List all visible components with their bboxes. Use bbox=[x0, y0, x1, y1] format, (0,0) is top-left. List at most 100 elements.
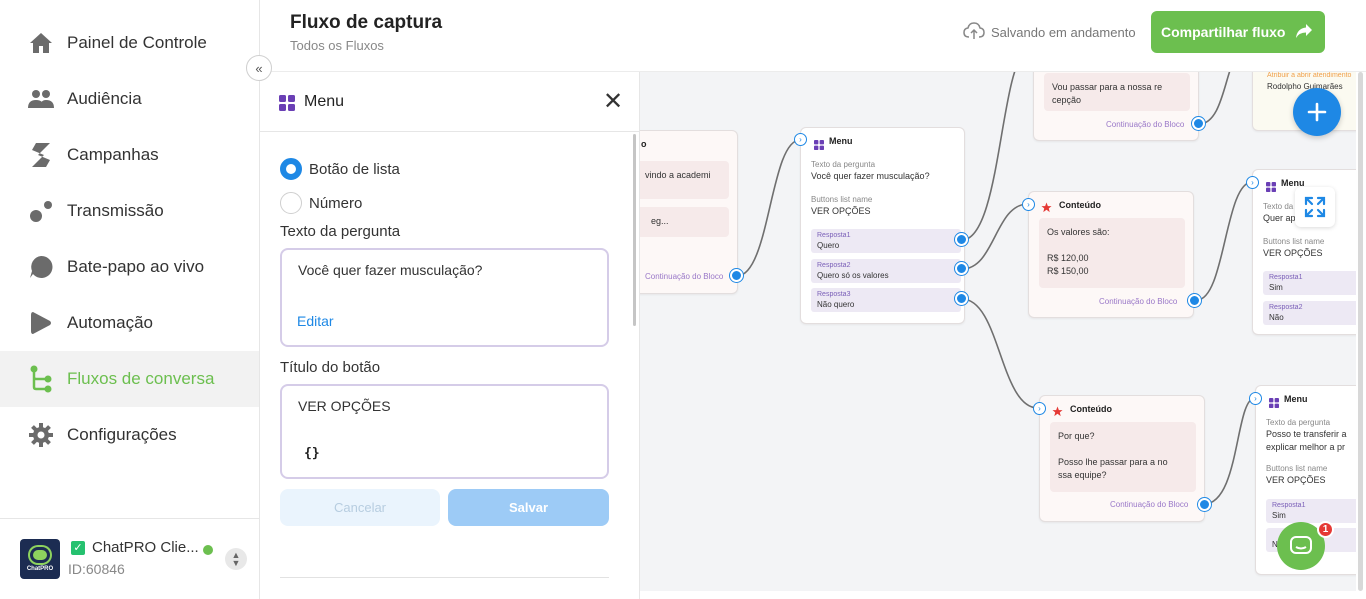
response-key: Resposta1 bbox=[1272, 502, 1306, 509]
sidebar-item-label: Automação bbox=[67, 313, 153, 332]
flow-node-content[interactable]: Conteúdo Por que? Posso lhe passar para … bbox=[1039, 395, 1205, 522]
input-port-icon[interactable]: › bbox=[1246, 176, 1259, 189]
sidebar-item-fluxos[interactable]: Fluxos de conversa bbox=[0, 351, 259, 407]
cancel-button[interactable]: Cancelar bbox=[280, 489, 440, 526]
connection-line bbox=[1198, 72, 1231, 125]
fullscreen-button[interactable] bbox=[1295, 187, 1335, 227]
close-icon[interactable]: ✕ bbox=[603, 90, 623, 114]
sidebar-item-label: Audiência bbox=[67, 89, 142, 108]
radio-unchecked-icon bbox=[280, 192, 302, 214]
sidebar-item-campanhas[interactable]: Campanhas bbox=[0, 127, 259, 183]
question-label: Texto da pergunta bbox=[280, 223, 401, 240]
collapse-sidebar-button[interactable]: « bbox=[246, 55, 272, 81]
grid-icon bbox=[1266, 179, 1276, 197]
sidebar-item-label: Transmissão bbox=[67, 201, 164, 220]
response-item[interactable]: Resposta1 Sim bbox=[1263, 271, 1356, 295]
buttons-list-label: Buttons list name bbox=[811, 195, 873, 204]
response-item[interactable]: Resposta2 Quero só os valores bbox=[811, 259, 961, 283]
share-arrow-icon bbox=[1295, 23, 1313, 42]
flow-node-partial[interactable]: Vou passar para a nossa re cepção Contin… bbox=[1033, 72, 1199, 141]
chevron-updown-icon[interactable]: ▲ ▼ bbox=[225, 548, 247, 570]
continue-label: Continuação do Bloco bbox=[1110, 500, 1189, 509]
response-value: Não quero bbox=[817, 300, 855, 309]
output-port[interactable] bbox=[955, 262, 968, 275]
edit-link[interactable]: Editar bbox=[297, 313, 334, 329]
input-port-icon[interactable]: › bbox=[794, 133, 807, 146]
panel-header: Menu ✕ bbox=[260, 72, 640, 132]
cloud-upload-icon bbox=[963, 22, 985, 43]
node-bubble: eg... bbox=[640, 207, 729, 237]
continue-label: Continuação do Bloco bbox=[1106, 120, 1185, 129]
response-key: Resposta1 bbox=[817, 232, 851, 239]
node-bubble: Os valores são: R$ 120,00 R$ 150,00 bbox=[1039, 218, 1185, 288]
header: Fluxo de captura Todos os Fluxos Salvand… bbox=[260, 0, 1366, 72]
output-port[interactable] bbox=[1192, 117, 1205, 130]
chat-icon bbox=[1290, 536, 1312, 554]
breadcrumb[interactable]: Todos os Fluxos bbox=[290, 38, 384, 53]
account-avatar: ChatPRO bbox=[20, 539, 60, 579]
saving-status: Salvando em andamento bbox=[963, 22, 1136, 43]
flow-canvas[interactable]: o vindo a academi eg... Continuação do B… bbox=[640, 72, 1356, 591]
continue-label: Continuação do Bloco bbox=[645, 272, 724, 281]
radio-label: Número bbox=[309, 194, 363, 212]
flow-node-content[interactable]: Conteúdo Os valores são: R$ 120,00 R$ 15… bbox=[1028, 191, 1194, 318]
output-port[interactable] bbox=[955, 233, 968, 246]
sidebar-item-label: Configurações bbox=[67, 425, 177, 444]
page-title: Fluxo de captura bbox=[290, 12, 443, 33]
output-port[interactable] bbox=[955, 292, 968, 305]
response-value: Sim bbox=[1269, 283, 1283, 292]
output-port[interactable] bbox=[1198, 498, 1211, 511]
question-label: Texto da pergunta bbox=[811, 160, 876, 169]
response-item[interactable]: Resposta1 Quero bbox=[811, 229, 961, 253]
response-item[interactable]: Resposta3 Não quero bbox=[811, 288, 961, 312]
node-title: Conteúdo bbox=[1070, 404, 1112, 414]
radio-list-button[interactable]: Botão de lista bbox=[280, 158, 400, 180]
button-title-field[interactable]: VER OPÇÕES {} bbox=[280, 384, 609, 479]
share-flow-button[interactable]: Compartilhar fluxo bbox=[1151, 11, 1325, 53]
gear-icon bbox=[28, 422, 54, 448]
output-port[interactable] bbox=[1188, 294, 1201, 307]
canvas-bottom-gap bbox=[640, 591, 1356, 599]
account-switcher[interactable]: ChatPRO ✓ ChatPRO Clie... ID:60846 ▲ ▼ bbox=[0, 518, 259, 599]
sidebar: Painel de Controle Audiência Campanhas T… bbox=[0, 0, 260, 599]
question-value: Posso te transferir a explicar melhor a … bbox=[1266, 429, 1347, 452]
buttons-list-value: VER OPÇÕES bbox=[1263, 248, 1323, 258]
save-button[interactable]: Salvar bbox=[448, 489, 609, 526]
flow-node-partial[interactable]: o vindo a academi eg... Continuação do B… bbox=[640, 130, 738, 294]
flow-node-menu[interactable]: Menu Texto da pergunta Você quer fazer m… bbox=[800, 127, 965, 324]
connection-line bbox=[961, 72, 1016, 241]
account-id: ID:60846 bbox=[68, 561, 125, 577]
node-title: Menu bbox=[1284, 394, 1308, 404]
page-scrollbar[interactable] bbox=[1356, 72, 1366, 599]
sidebar-item-painel[interactable]: Painel de Controle bbox=[0, 15, 259, 71]
continue-label: Continuação do Bloco bbox=[1099, 297, 1178, 306]
sidebar-item-bate-papo[interactable]: Bate-papo ao vivo bbox=[0, 239, 259, 295]
node-bubble: vindo a academi bbox=[640, 161, 729, 199]
input-port-icon[interactable]: › bbox=[1249, 392, 1262, 405]
online-status-dot bbox=[203, 545, 213, 555]
input-port-icon[interactable]: › bbox=[1022, 198, 1035, 211]
campaign-icon bbox=[28, 142, 54, 168]
expand-icon bbox=[1304, 196, 1326, 218]
response-item[interactable]: Resposta1 Sim bbox=[1266, 499, 1356, 523]
sidebar-item-automacao[interactable]: Automação bbox=[0, 295, 259, 351]
connection-line bbox=[736, 139, 801, 277]
panel-scrollbar[interactable] bbox=[633, 134, 636, 326]
buttons-list-label: Buttons list name bbox=[1266, 464, 1328, 473]
response-value: Sim bbox=[1272, 511, 1286, 520]
radio-number[interactable]: Número bbox=[280, 192, 362, 214]
sidebar-item-audiencia[interactable]: Audiência bbox=[0, 71, 259, 127]
panel-title: Menu bbox=[304, 93, 345, 110]
output-port[interactable] bbox=[730, 269, 743, 282]
connection-line bbox=[1196, 181, 1253, 301]
input-port-icon[interactable]: › bbox=[1033, 402, 1046, 415]
sidebar-item-configuracoes[interactable]: Configurações bbox=[0, 407, 259, 463]
chat-bubble-icon bbox=[28, 254, 54, 280]
sidebar-item-transmissao[interactable]: Transmissão bbox=[0, 183, 259, 239]
question-field[interactable]: Você quer fazer musculação? Editar bbox=[280, 248, 609, 347]
add-node-button[interactable] bbox=[1293, 88, 1341, 136]
radio-label: Botão de lista bbox=[309, 160, 400, 178]
response-item[interactable]: Resposta2 Não bbox=[1263, 301, 1356, 325]
variables-icon[interactable]: {} bbox=[304, 446, 320, 461]
question-label: Texto da pergunta bbox=[1266, 418, 1331, 427]
